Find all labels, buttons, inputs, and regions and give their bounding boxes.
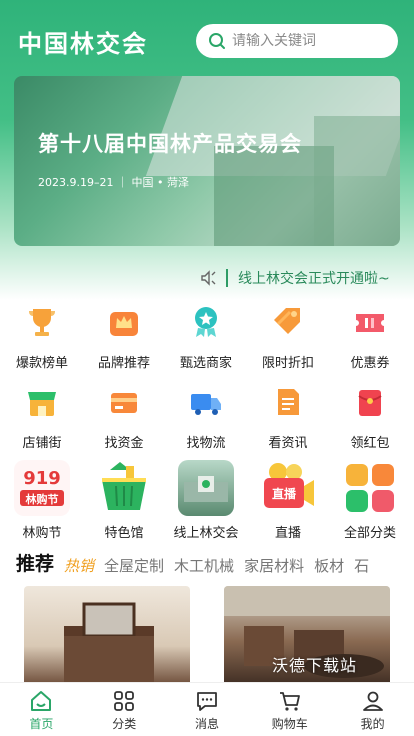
grid-label: 店铺街 (22, 436, 62, 451)
nav-home[interactable]: 首页 (0, 683, 83, 736)
nav-label: 首页 (29, 717, 54, 731)
tab-hot-sale[interactable]: 热销 (64, 555, 94, 576)
svg-text:直播: 直播 (272, 486, 297, 501)
all-categories-icon (342, 460, 398, 516)
search-input[interactable] (232, 33, 382, 49)
bottom-nav: 首页 分类 消息 购物车 我的 (0, 682, 414, 736)
star-badge-icon (186, 302, 226, 342)
nav-label: 分类 (112, 717, 137, 731)
message-icon (197, 692, 217, 711)
nav-cart[interactable]: 购物车 (248, 683, 331, 736)
nav-category[interactable]: 分类 (83, 683, 166, 736)
grid-label: 甄选商家 (179, 356, 232, 371)
trophy-icon (22, 302, 62, 342)
basket-icon (96, 460, 152, 516)
event-banner[interactable]: 第十八届中国林产品交易会 2023.9.19–21 ｜ 中国 • 菏泽 (14, 76, 400, 246)
news-icon (268, 382, 308, 422)
grid-item-find-funds[interactable]: 找资金 (84, 382, 164, 451)
category-tabs: 推荐 热销 全屋定制 木工机械 家居材料 板材 石 (16, 546, 414, 576)
grid-item-selected-merchant[interactable]: 甄选商家 (166, 302, 246, 371)
live-icon: 直播 (260, 460, 316, 516)
nav-label: 我的 (360, 717, 385, 731)
banner-title: 第十八届中国林产品交易会 (38, 132, 302, 156)
notice-text: 线上林交会正式开通啦~ (238, 271, 390, 287)
tab-whole-house-custom[interactable]: 全屋定制 (104, 555, 164, 576)
grid-item-coupon[interactable]: 优惠券 (330, 302, 410, 371)
grid-icon (114, 691, 135, 711)
grid-label: 找物流 (186, 436, 226, 451)
grid-item-red-envelope[interactable]: 领红包 (330, 382, 410, 451)
grid-label: 特色馆 (104, 526, 144, 541)
truck-icon (186, 382, 226, 422)
card-icon (104, 382, 144, 422)
grid-item-brand[interactable]: 品牌推荐 (84, 302, 164, 371)
grid-item-special-pavilion[interactable]: 特色馆 (84, 460, 164, 541)
search-bar[interactable] (196, 24, 398, 58)
grid-item-forest-festival[interactable]: 919 林购节 林购节 (2, 460, 82, 541)
banner-building-graphic (314, 116, 400, 246)
red-envelope-icon (350, 382, 390, 422)
nav-label: 消息 (194, 717, 219, 731)
svg-text:林购节: 林购节 (26, 492, 59, 506)
app-title: 中国林交会 (18, 30, 148, 58)
tag-icon (268, 302, 308, 342)
grid-item-live[interactable]: 直播 直播 (248, 460, 328, 541)
notice-bar[interactable]: 线上林交会正式开通啦~ (200, 264, 414, 292)
tab-woodworking-machinery[interactable]: 木工机械 (174, 555, 234, 576)
grid-item-all-categories[interactable]: 全部分类 (330, 460, 410, 541)
expo-icon (178, 460, 234, 516)
tab-recommend[interactable]: 推荐 (16, 549, 54, 576)
search-icon (209, 33, 225, 49)
grid-item-online-expo[interactable]: 线上林交会 (166, 460, 246, 541)
festival-icon: 919 林购节 (14, 460, 70, 516)
shop-icon (22, 382, 62, 422)
home-icon (31, 691, 52, 711)
nav-profile[interactable]: 我的 (331, 683, 414, 736)
tab-stone[interactable]: 石 (354, 555, 369, 576)
grid-label: 线上林交会 (173, 526, 239, 541)
grid-label: 林购节 (22, 526, 62, 541)
notice-divider (226, 269, 228, 287)
grid-label: 看资讯 (268, 436, 308, 451)
grid-label: 全部分类 (343, 526, 396, 541)
grid-label: 领红包 (350, 436, 390, 451)
grid-label: 限时折扣 (261, 356, 314, 371)
grid-item-flash-discount[interactable]: 限时折扣 (248, 302, 328, 371)
grid-label: 找资金 (104, 436, 144, 451)
tab-home-materials[interactable]: 家居材料 (244, 555, 304, 576)
grid-item-find-logistics[interactable]: 找物流 (166, 382, 246, 451)
nav-label: 购物车 (271, 717, 308, 731)
watermark: 沃德下载站 (272, 656, 358, 675)
grid-item-hot-list[interactable]: 爆款榜单 (2, 302, 82, 371)
grid-label: 爆款榜单 (15, 356, 68, 371)
user-icon (362, 691, 383, 711)
product-image-dresser[interactable] (24, 586, 190, 686)
tab-board[interactable]: 板材 (314, 555, 344, 576)
nav-messages[interactable]: 消息 (166, 683, 249, 736)
banner-subtitle: 2023.9.19–21 ｜ 中国 • 菏泽 (38, 176, 189, 189)
cart-icon (279, 692, 300, 711)
grid-label: 品牌推荐 (97, 356, 150, 371)
grid-label: 直播 (274, 526, 301, 541)
crown-icon (104, 302, 144, 342)
grid-item-shop-street[interactable]: 店铺街 (2, 382, 82, 451)
speaker-icon (201, 270, 216, 286)
coupon-icon (350, 302, 390, 342)
grid-item-news[interactable]: 看资讯 (248, 382, 328, 451)
grid-label: 优惠券 (350, 356, 390, 371)
svg-text:919: 919 (23, 468, 61, 489)
